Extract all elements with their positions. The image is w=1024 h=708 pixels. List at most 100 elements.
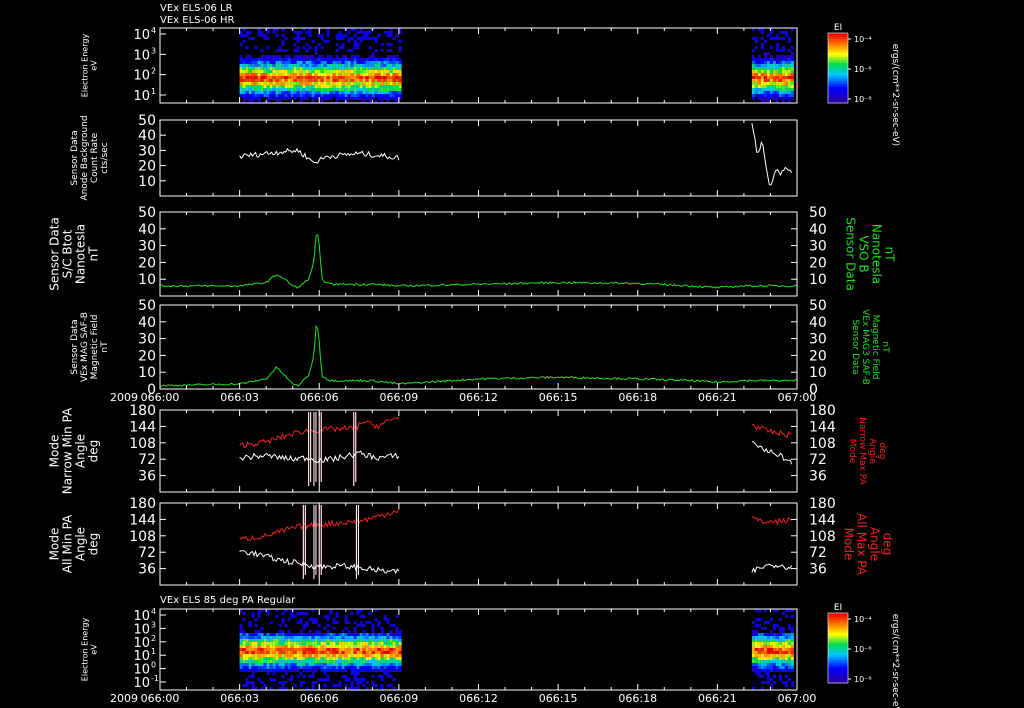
spectrogram-cell bbox=[305, 648, 309, 651]
spectrogram-cell bbox=[356, 64, 360, 67]
spectrogram-cell bbox=[778, 663, 782, 666]
spectrogram-cell bbox=[275, 660, 279, 663]
spectrogram-cell bbox=[272, 651, 276, 654]
spectrogram-cell bbox=[329, 669, 333, 672]
spectrogram-cell bbox=[326, 67, 330, 70]
spectrogram-cell bbox=[392, 624, 396, 627]
spectrogram-cell bbox=[389, 675, 393, 678]
spectrogram-cell bbox=[356, 76, 360, 79]
spectrogram-cell bbox=[365, 76, 369, 79]
spectrogram-cell bbox=[341, 645, 345, 648]
spectrogram-cell bbox=[790, 642, 794, 645]
spectrogram-cell bbox=[311, 681, 315, 684]
spectrogram-cell bbox=[790, 615, 794, 618]
spectrogram-cell bbox=[311, 684, 315, 687]
spectrogram-cell bbox=[275, 64, 279, 67]
spectrogram-cell bbox=[266, 660, 270, 663]
spectrogram-cell bbox=[778, 675, 782, 678]
spectrogram-cell bbox=[293, 651, 297, 654]
spectrogram-cell bbox=[781, 663, 785, 666]
spectrogram-cell bbox=[395, 645, 399, 648]
spectrogram-cell bbox=[389, 633, 393, 636]
spectrogram-cell bbox=[757, 666, 761, 669]
spectrogram-cell bbox=[775, 660, 779, 663]
spectrogram-cell bbox=[383, 58, 387, 61]
spectrogram-cell bbox=[317, 645, 321, 648]
spectrogram-cell bbox=[775, 76, 779, 79]
spectrogram-cell bbox=[269, 79, 273, 82]
spectrogram-cell bbox=[329, 91, 333, 94]
spectrogram-cell bbox=[383, 94, 387, 97]
spectrogram-cell bbox=[254, 651, 258, 654]
spectrogram-cell bbox=[359, 97, 363, 100]
spectrogram-cell bbox=[299, 612, 303, 615]
spectrogram-cell bbox=[281, 612, 285, 615]
spectrogram-cell bbox=[332, 642, 336, 645]
spectrogram-cell bbox=[245, 97, 249, 100]
spectrogram-cell bbox=[299, 31, 303, 34]
spectrogram-cell bbox=[287, 666, 291, 669]
spectrogram-cell bbox=[344, 94, 348, 97]
spectrogram-cell bbox=[335, 669, 339, 672]
spectrogram-cell bbox=[772, 37, 776, 40]
spectrogram-cell bbox=[275, 615, 279, 618]
spectrogram-cell bbox=[760, 666, 764, 669]
spectrogram-cell bbox=[787, 678, 791, 681]
spectrogram-cell bbox=[389, 82, 393, 85]
ylabel-left: Electron Energy eV bbox=[81, 618, 99, 682]
spectrogram-cell bbox=[338, 681, 342, 684]
spectrogram-cell bbox=[751, 79, 755, 82]
spectrogram-cell bbox=[757, 67, 761, 70]
spectrogram-cell bbox=[251, 91, 255, 94]
spectrogram-cell bbox=[329, 82, 333, 85]
spectrogram-cell bbox=[784, 55, 788, 58]
spectrogram-cell bbox=[395, 636, 399, 639]
spectrogram-cell bbox=[266, 37, 270, 40]
spectrogram-cell bbox=[383, 657, 387, 660]
spectrogram-cell bbox=[251, 648, 255, 651]
spectrogram-cell bbox=[266, 67, 270, 70]
spectrogram-cell bbox=[245, 58, 249, 61]
spectrogram-cell bbox=[311, 672, 315, 675]
spectrogram-cell bbox=[293, 85, 297, 88]
spectrogram-cell bbox=[778, 657, 782, 660]
spectrogram-cell bbox=[257, 657, 261, 660]
spectrogram-cell bbox=[284, 657, 288, 660]
spectrogram-cell bbox=[368, 666, 372, 669]
spectrogram-cell bbox=[398, 88, 402, 91]
spectrogram-cell bbox=[757, 55, 761, 58]
spectrogram-cell bbox=[272, 94, 276, 97]
spectrogram-cell bbox=[389, 663, 393, 666]
spectrogram-cell bbox=[266, 651, 270, 654]
spectrogram-cell bbox=[314, 630, 318, 633]
spectrogram-cell bbox=[359, 639, 363, 642]
spectrogram-cell bbox=[272, 85, 276, 88]
spectrogram-cell bbox=[769, 642, 773, 645]
spectrogram-cell bbox=[263, 70, 267, 73]
spectrogram-cell bbox=[302, 681, 306, 684]
spectrogram-cell bbox=[371, 61, 375, 64]
spectrogram-cell bbox=[365, 67, 369, 70]
spectrogram-cell bbox=[395, 91, 399, 94]
spectrogram-cell bbox=[260, 669, 264, 672]
spectrogram-cell bbox=[266, 61, 270, 64]
spectrogram-cell bbox=[365, 64, 369, 67]
spectrogram-cell bbox=[398, 79, 402, 82]
spectrogram-cell bbox=[317, 636, 321, 639]
spectrogram-cell bbox=[296, 639, 300, 642]
spectrogram-cell bbox=[248, 79, 252, 82]
spectrogram-cell bbox=[242, 654, 246, 657]
spectrogram-cell bbox=[317, 663, 321, 666]
spectrogram-cell bbox=[772, 675, 776, 678]
spectrogram-cell bbox=[245, 669, 249, 672]
spectrogram-cell bbox=[374, 79, 378, 82]
spectrogram-cell bbox=[281, 94, 285, 97]
spectrogram-cell bbox=[790, 91, 794, 94]
spectrogram-cell bbox=[760, 648, 764, 651]
spectrogram-cell bbox=[772, 639, 776, 642]
spectrogram-cell bbox=[392, 79, 396, 82]
spectrogram-cell bbox=[287, 660, 291, 663]
spectrogram-cell bbox=[281, 34, 285, 37]
spectrogram-cell bbox=[311, 76, 315, 79]
spectrogram-cell bbox=[392, 97, 396, 100]
